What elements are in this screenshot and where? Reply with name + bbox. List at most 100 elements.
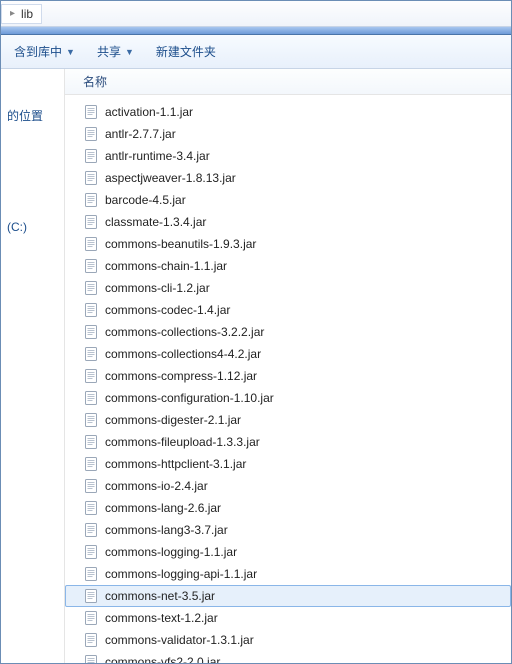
file-name: barcode-4.5.jar — [105, 193, 186, 207]
file-row[interactable]: commons-vfs2-2.0.jar — [65, 651, 511, 663]
file-row[interactable]: commons-digester-2.1.jar — [65, 409, 511, 431]
file-row[interactable]: commons-logging-api-1.1.jar — [65, 563, 511, 585]
file-icon — [83, 368, 99, 384]
nav-item[interactable] — [5, 87, 60, 95]
nav-item[interactable] — [5, 168, 60, 176]
file-name: commons-logging-api-1.1.jar — [105, 567, 257, 581]
chevron-down-icon: ▼ — [125, 47, 134, 57]
explorer-body: 的位置 (C:) 名称 activation-1.1.jar antlr-2.7.7… — [1, 69, 511, 663]
file-row[interactable]: commons-net-3.5.jar — [65, 585, 511, 607]
nav-item[interactable] — [5, 160, 60, 168]
file-icon — [83, 104, 99, 120]
file-icon — [83, 170, 99, 186]
nav-item[interactable] — [5, 152, 60, 160]
file-row[interactable]: commons-collections4-4.2.jar — [65, 343, 511, 365]
nav-item[interactable] — [5, 128, 60, 136]
file-row[interactable]: commons-configuration-1.10.jar — [65, 387, 511, 409]
file-icon — [83, 632, 99, 648]
file-icon — [83, 456, 99, 472]
file-name: activation-1.1.jar — [105, 105, 193, 119]
file-row[interactable]: antlr-runtime-3.4.jar — [65, 145, 511, 167]
toolbar: 含到库中 ▼ 共享 ▼ 新建文件夹 — [1, 35, 511, 69]
file-name: commons-compress-1.12.jar — [105, 369, 257, 383]
explorer-window: ▸ lib 含到库中 ▼ 共享 ▼ 新建文件夹 的位置 (C:) 名称 activ… — [0, 0, 512, 664]
file-icon — [83, 214, 99, 230]
file-row[interactable]: commons-chain-1.1.jar — [65, 255, 511, 277]
file-row[interactable]: commons-httpclient-3.1.jar — [65, 453, 511, 475]
nav-item[interactable] — [5, 192, 60, 200]
file-icon — [83, 390, 99, 406]
file-name: commons-lang-2.6.jar — [105, 501, 221, 515]
file-row[interactable]: aspectjweaver-1.8.13.jar — [65, 167, 511, 189]
accent-strip — [1, 27, 511, 35]
breadcrumb-current: lib — [21, 7, 33, 21]
file-row[interactable]: commons-codec-1.4.jar — [65, 299, 511, 321]
file-name: commons-fileupload-1.3.3.jar — [105, 435, 260, 449]
nav-item[interactable]: 的位置 — [5, 103, 60, 128]
file-icon — [83, 566, 99, 582]
file-row[interactable]: commons-collections-3.2.2.jar — [65, 321, 511, 343]
file-icon — [83, 192, 99, 208]
chevron-right-icon: ▸ — [10, 8, 15, 19]
file-icon — [83, 522, 99, 538]
file-row[interactable]: antlr-2.7.7.jar — [65, 123, 511, 145]
content-pane: 名称 activation-1.1.jar antlr-2.7.7.jar antl… — [65, 69, 511, 663]
file-row[interactable]: commons-compress-1.12.jar — [65, 365, 511, 387]
file-list[interactable]: activation-1.1.jar antlr-2.7.7.jar antlr-r… — [65, 95, 511, 663]
nav-item[interactable] — [5, 95, 60, 103]
file-row[interactable]: commons-lang3-3.7.jar — [65, 519, 511, 541]
file-row[interactable]: classmate-1.3.4.jar — [65, 211, 511, 233]
file-name: commons-httpclient-3.1.jar — [105, 457, 246, 471]
include-in-library-label: 含到库中 — [14, 43, 62, 60]
file-row[interactable]: commons-beanutils-1.9.3.jar — [65, 233, 511, 255]
new-folder-button[interactable]: 新建文件夹 — [147, 38, 225, 65]
file-row[interactable]: commons-logging-1.1.jar — [65, 541, 511, 563]
file-name: commons-logging-1.1.jar — [105, 545, 237, 559]
nav-item[interactable] — [5, 144, 60, 152]
file-row[interactable]: commons-lang-2.6.jar — [65, 497, 511, 519]
file-row[interactable]: barcode-4.5.jar — [65, 189, 511, 211]
file-icon — [83, 412, 99, 428]
file-name: commons-chain-1.1.jar — [105, 259, 227, 273]
file-icon — [83, 148, 99, 164]
share-label: 共享 — [97, 43, 121, 60]
file-icon — [83, 346, 99, 362]
file-icon — [83, 588, 99, 604]
file-icon — [83, 500, 99, 516]
nav-item[interactable] — [5, 184, 60, 192]
file-icon — [83, 434, 99, 450]
file-row[interactable]: commons-validator-1.3.1.jar — [65, 629, 511, 651]
file-name: commons-collections4-4.2.jar — [105, 347, 261, 361]
nav-item[interactable] — [5, 238, 60, 246]
chevron-down-icon: ▼ — [66, 47, 75, 57]
share-button[interactable]: 共享 ▼ — [88, 38, 143, 65]
nav-item[interactable] — [5, 208, 60, 216]
breadcrumb[interactable]: ▸ lib — [1, 4, 42, 24]
include-in-library-button[interactable]: 含到库中 ▼ — [5, 38, 84, 65]
nav-item[interactable] — [5, 136, 60, 144]
file-icon — [83, 236, 99, 252]
file-icon — [83, 280, 99, 296]
file-name: commons-collections-3.2.2.jar — [105, 325, 264, 339]
file-name: commons-cli-1.2.jar — [105, 281, 210, 295]
file-row[interactable]: commons-text-1.2.jar — [65, 607, 511, 629]
file-row[interactable]: commons-io-2.4.jar — [65, 475, 511, 497]
file-icon — [83, 610, 99, 626]
column-header-name[interactable]: 名称 — [65, 69, 511, 95]
file-row[interactable]: commons-cli-1.2.jar — [65, 277, 511, 299]
file-name: antlr-runtime-3.4.jar — [105, 149, 210, 163]
file-name: commons-codec-1.4.jar — [105, 303, 230, 317]
file-name: commons-io-2.4.jar — [105, 479, 208, 493]
file-name: commons-validator-1.3.1.jar — [105, 633, 254, 647]
address-bar: ▸ lib — [1, 1, 511, 27]
nav-item[interactable] — [5, 79, 60, 87]
nav-item[interactable]: (C:) — [5, 216, 60, 238]
file-icon — [83, 654, 99, 663]
nav-item[interactable] — [5, 176, 60, 184]
file-icon — [83, 478, 99, 494]
file-row[interactable]: commons-fileupload-1.3.3.jar — [65, 431, 511, 453]
file-row[interactable]: activation-1.1.jar — [65, 101, 511, 123]
nav-item[interactable] — [5, 200, 60, 208]
file-name: commons-net-3.5.jar — [105, 589, 215, 603]
file-name: commons-text-1.2.jar — [105, 611, 218, 625]
